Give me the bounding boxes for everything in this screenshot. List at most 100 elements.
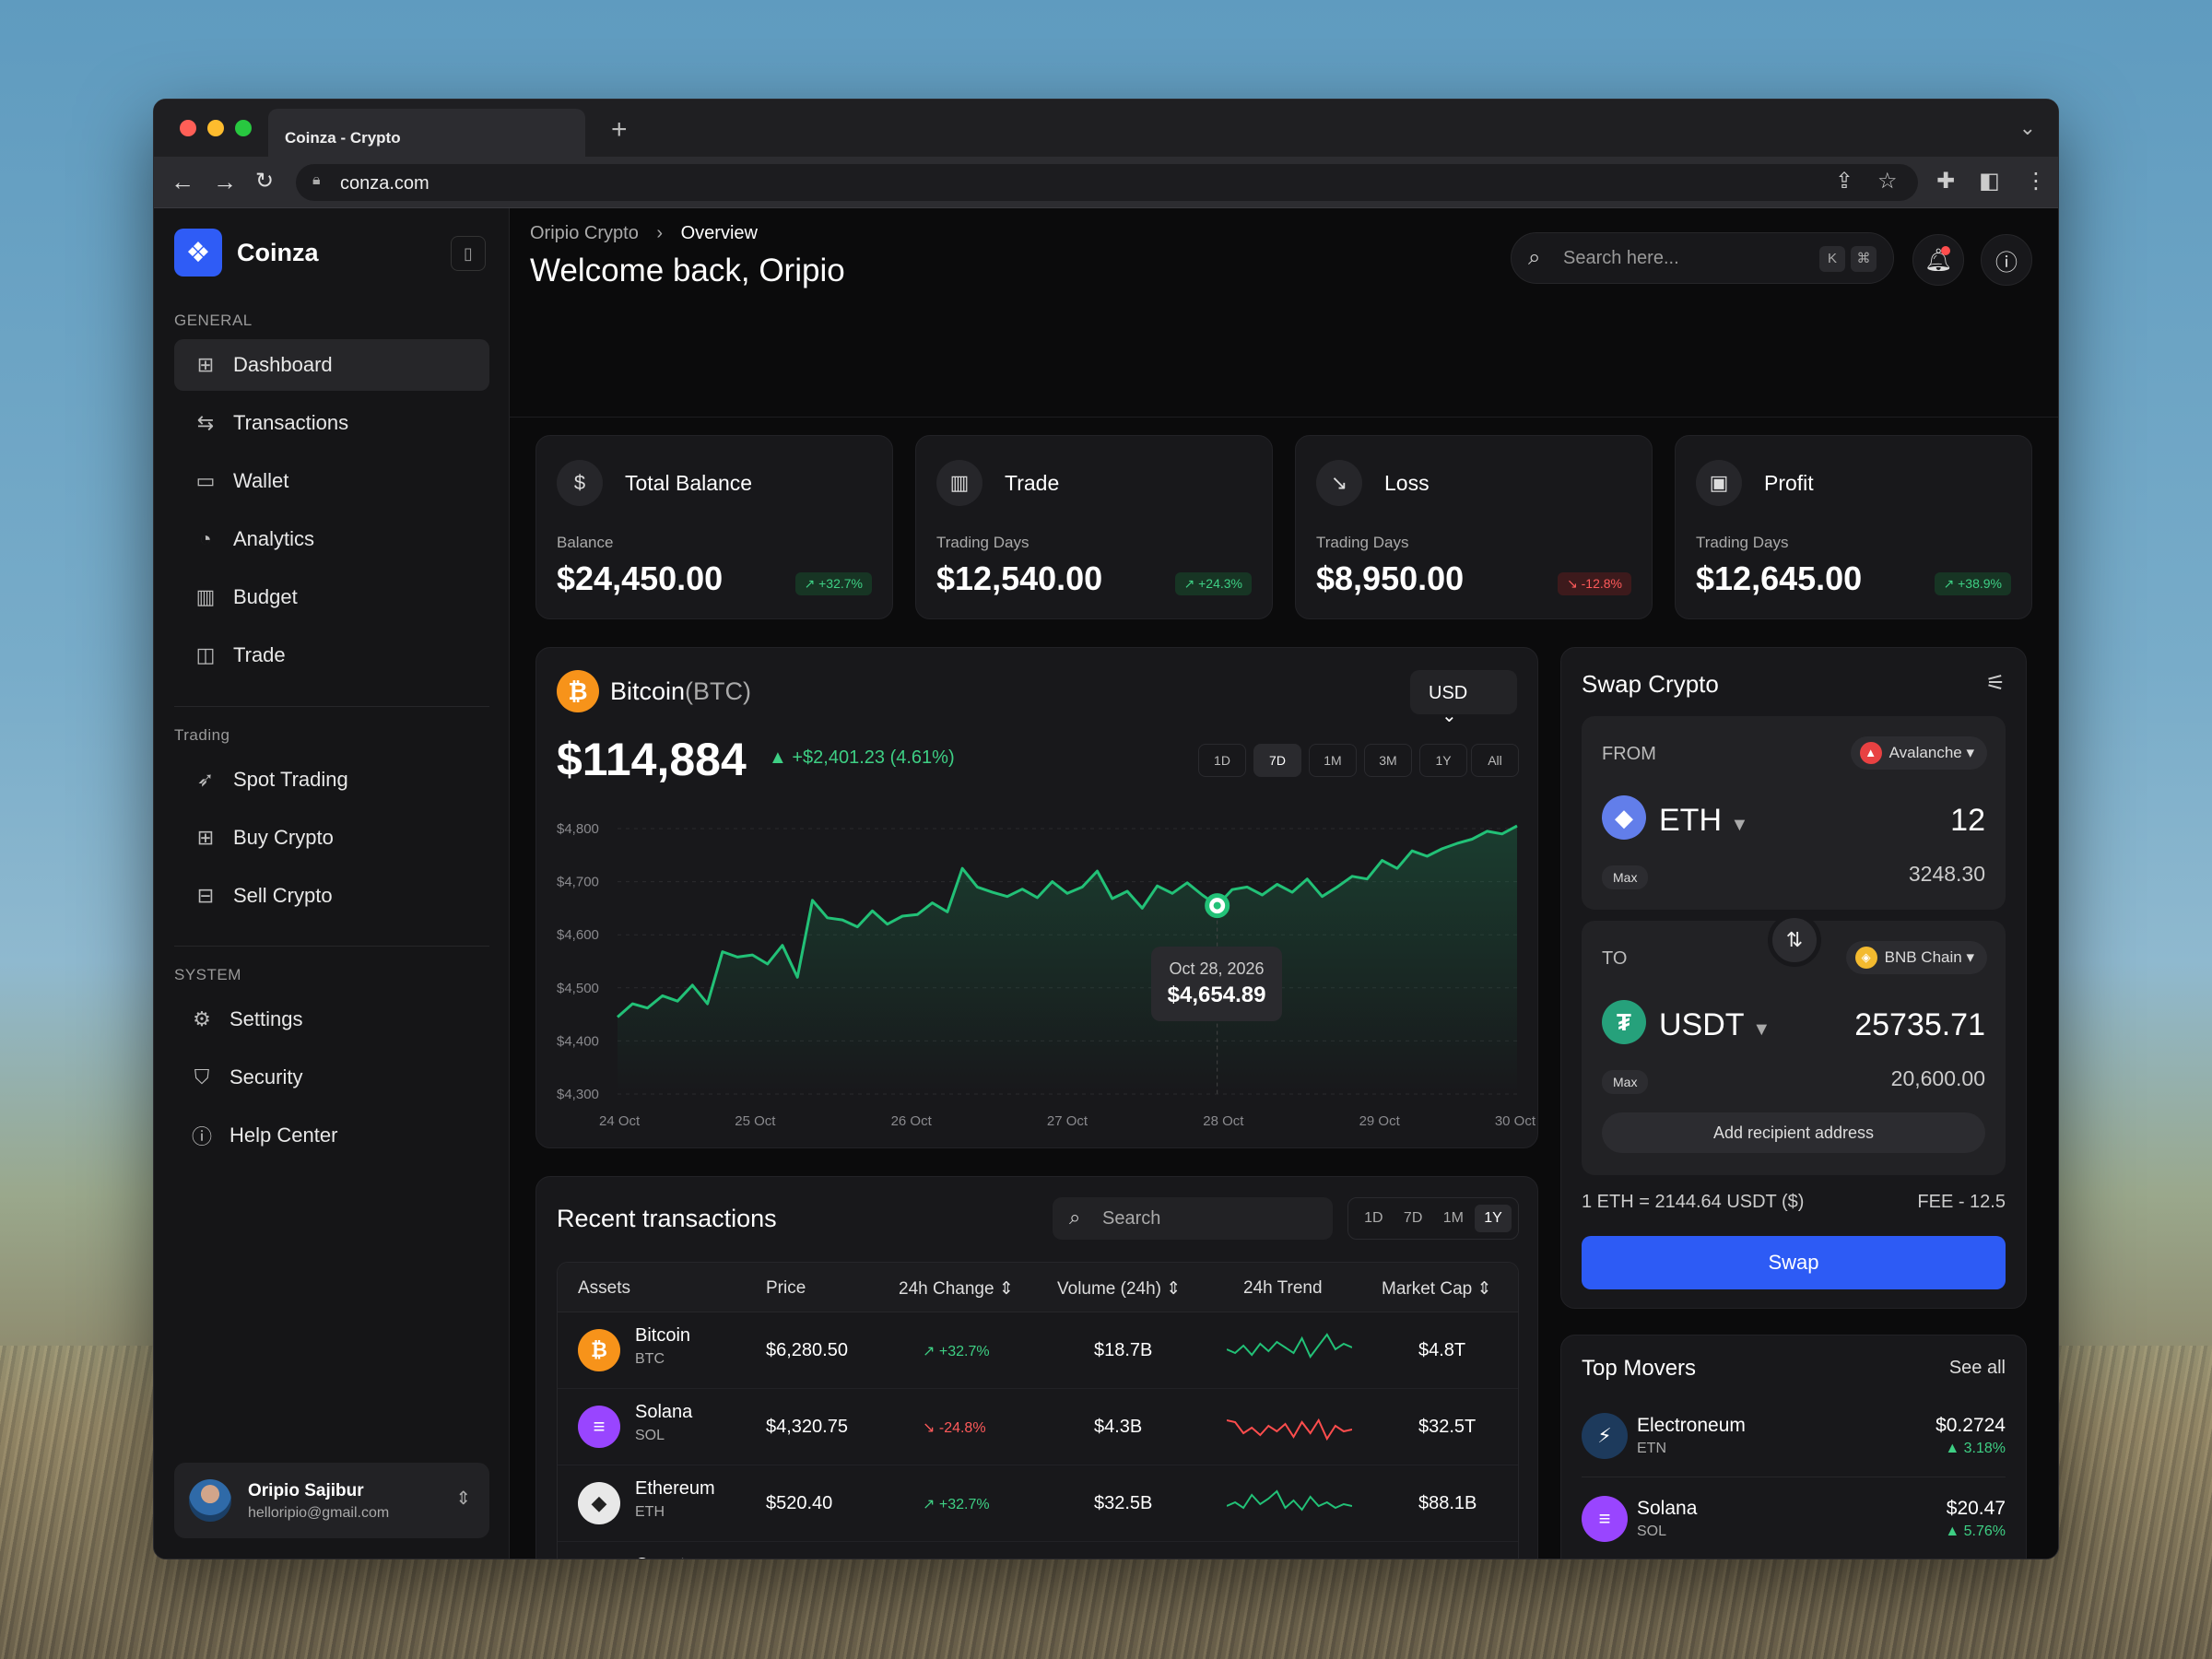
x-tick-label: 29 Oct (1359, 1113, 1401, 1129)
close-window-button[interactable] (180, 120, 196, 136)
transactions-search-input[interactable]: ⌕ Search (1053, 1197, 1333, 1240)
stat-title: Trade (1005, 471, 1060, 495)
mover-price: $20.47 (1946, 1498, 2006, 1519)
breadcrumb-current: Overview (680, 223, 758, 243)
y-tick-label: $4,300 (557, 1087, 599, 1102)
sort-icon: ⇕ (1477, 1279, 1492, 1299)
asset-name: Quant (635, 1555, 685, 1559)
add-recipient-button[interactable]: Add recipient address (1602, 1112, 1985, 1153)
solana-icon: ≡ (578, 1406, 620, 1448)
transactions-table: Assets Price 24h Change ⇕ Volume (24h) ⇕… (557, 1262, 1519, 1559)
sidebar-item-settings[interactable]: ⚙ Settings (174, 994, 489, 1045)
to-chain-select[interactable]: ◈ BNB Chain ▾ (1845, 941, 1987, 974)
chart-area-fill (618, 826, 1517, 1094)
to-token-select[interactable]: USDT ▼ (1659, 1007, 1771, 1043)
extension-icon[interactable]: ✚ (1936, 168, 1955, 194)
y-tick-label: $4,600 (557, 927, 599, 943)
stat-value: $24,450.00 (557, 559, 724, 597)
chevron-updown-icon[interactable]: ⇕ (455, 1487, 471, 1510)
swap-direction-button[interactable]: ⇅ (1768, 913, 1821, 967)
sidebar: ❖ Coinza ▯ GENERAL ⊞ Dashboard ⇆ Transacti… (154, 208, 510, 1559)
to-max-button[interactable]: Max (1602, 1070, 1649, 1094)
maximize-window-button[interactable] (235, 120, 252, 136)
col-24h-change[interactable]: 24h Change ⇕ (899, 1278, 1014, 1300)
user-profile[interactable]: Oripio Sajibur helloripio@gmail.com ⇕ (174, 1463, 489, 1538)
from-max-button[interactable]: Max (1602, 865, 1649, 889)
sidebar-item-security[interactable]: ⛉ Security (174, 1052, 489, 1103)
sidebar-item-analytics[interactable]: ◔ Analytics (174, 513, 489, 565)
browser-tab-bar: Coinza - Crypto + ⌄ (154, 100, 2058, 157)
swap-button[interactable]: Swap (1582, 1236, 2006, 1289)
from-chain-select[interactable]: ▲ Avalanche ▾ (1850, 736, 1987, 770)
sidebar-item-wallet[interactable]: ▭ Wallet (174, 455, 489, 507)
sidebar-item-dashboard[interactable]: ⊞ Dashboard (174, 339, 489, 391)
table-row[interactable]: ✺QuantQNT$5,783.89↗ +32.7%$12.9B$44.1B (558, 1542, 1518, 1559)
star-icon[interactable]: ☆ (1877, 168, 1898, 194)
budget-icon: ▥ (195, 585, 216, 608)
tx-timeframe-7d[interactable]: 7D (1394, 1205, 1431, 1232)
price-chart[interactable]: $4,800 $4,700 $4,600 $4,500 $4,400 $4,30024 O… (536, 648, 1539, 1149)
reload-icon[interactable]: ↻ (255, 168, 274, 194)
top-movers-title: Top Movers (1582, 1356, 1697, 1381)
stat-card-trade[interactable]: ▥ Trade Trading Days $12,540.00 ↗ +24.3% (915, 435, 1273, 619)
sidebar-item-transactions[interactable]: ⇆ Transactions (174, 397, 489, 449)
search-icon: ⌕ (1528, 245, 1541, 270)
list-item[interactable]: ≡ Solana SOL $20.47 ▲ 5.76% (1582, 1479, 2006, 1559)
from-amount-input[interactable]: 12 (1950, 803, 1985, 839)
table-row[interactable]: ₿ Bitcoin BTC $6,280.50 ↗ +32.7% $18.7B $4.8T (558, 1312, 1518, 1389)
table-row[interactable]: ≡ Solana SOL $4,320.75 ↘ -24.8% $4.3B $32.5T (558, 1389, 1518, 1465)
sliders-icon[interactable]: ⚟ (1985, 670, 2006, 697)
sort-icon: ⇕ (1166, 1279, 1182, 1299)
col-volume[interactable]: Volume (24h) ⇕ (1057, 1278, 1181, 1300)
plus-square-icon: ⊞ (196, 826, 215, 849)
breadcrumb-parent[interactable]: Oripio Crypto (530, 223, 639, 243)
brand[interactable]: ❖ Coinza (174, 229, 319, 276)
menu-icon[interactable]: ⋮ (2025, 168, 2047, 194)
from-token-select[interactable]: ETH ▼ (1659, 803, 1748, 839)
stat-change-badge: ↗ +32.7% (794, 572, 872, 595)
info-button[interactable]: ⓘ (1981, 234, 2032, 286)
forward-arrow-icon[interactable]: → (213, 168, 237, 196)
stat-card-total-balance[interactable]: $ Total Balance Balance $24,450.00 ↗ +32… (535, 435, 893, 619)
see-all-link[interactable]: See all (1949, 1358, 2006, 1379)
sidebar-icon[interactable]: ◧ (1979, 168, 2000, 194)
asset-change: ↗ +32.7% (923, 1497, 990, 1512)
stat-card-loss[interactable]: ↘ Loss Trading Days $8,950.00 ↘ -12.8% (1295, 435, 1653, 619)
kbd-cmd: ⌘ (1851, 246, 1877, 272)
sidebar-item-spot-trading[interactable]: ➶ Spot Trading (174, 754, 489, 806)
sidebar-item-trade[interactable]: ◫ Trade (174, 629, 489, 681)
tx-timeframe-1m[interactable]: 1M (1434, 1205, 1473, 1232)
main-content: Oripio Crypto › Overview Welcome back, O… (510, 208, 2058, 1559)
coinza-logo-icon: ❖ (174, 229, 222, 276)
tx-timeframe-1y[interactable]: 1Y (1475, 1205, 1512, 1232)
minimize-window-button[interactable] (207, 120, 224, 136)
col-market-cap[interactable]: Market Cap ⇕ (1382, 1278, 1491, 1300)
y-tick-label: $4,400 (557, 1033, 599, 1049)
share-icon[interactable]: ⇪ (1835, 168, 1853, 194)
asset-symbol: ETH (635, 1504, 665, 1520)
bnb-icon: ◈ (1854, 947, 1877, 969)
tx-timeframe-1d[interactable]: 1D (1355, 1205, 1392, 1232)
caret-down-icon: ▼ (1730, 815, 1749, 835)
sidebar-item-budget[interactable]: ▥ Budget (174, 571, 489, 623)
sidebar-item-help-center[interactable]: ⓘ Help Center (174, 1110, 489, 1161)
sparkline (1227, 1489, 1352, 1512)
mover-change: ▲ 5.76% (1945, 1524, 2006, 1539)
url-field[interactable]: 🔒︎ conza.com (296, 164, 1918, 201)
search-input[interactable]: ⌕ Search here... K ⌘ (1511, 232, 1894, 284)
swap-from-box: FROM ▲ Avalanche ▾ ◆ ETH ▼ 12 Max 3248.30 (1582, 716, 2006, 910)
table-row[interactable]: ◆ Ethereum ETH $520.40 ↗ +32.7% $32.5B $88.1B (558, 1465, 1518, 1542)
browser-tab[interactable]: Coinza - Crypto (268, 109, 585, 157)
sidebar-item-buy-crypto[interactable]: ⊞ Buy Crypto (174, 812, 489, 864)
new-tab-button[interactable]: + (611, 114, 628, 146)
collapse-sidebar-button[interactable]: ▯ (451, 236, 486, 271)
stat-change-badge: ↗ +38.9% (1934, 572, 2011, 595)
notification-button[interactable]: 🔔︎ (1912, 234, 1964, 286)
sidebar-item-sell-crypto[interactable]: ⊟ Sell Crypto (174, 870, 489, 922)
list-item[interactable]: ⚡ Electroneum ETN $0.2724 ▲ 3.18% (1582, 1396, 2006, 1477)
back-arrow-icon[interactable]: ← (171, 168, 194, 196)
notification-dot (1941, 246, 1950, 255)
stat-card-profit[interactable]: ▣ Profit Trading Days $12,645.00 ↗ +38.9… (1675, 435, 2032, 619)
chevron-down-icon[interactable]: ⌄ (2019, 116, 2036, 140)
gear-icon: ⚙ (193, 1007, 211, 1030)
